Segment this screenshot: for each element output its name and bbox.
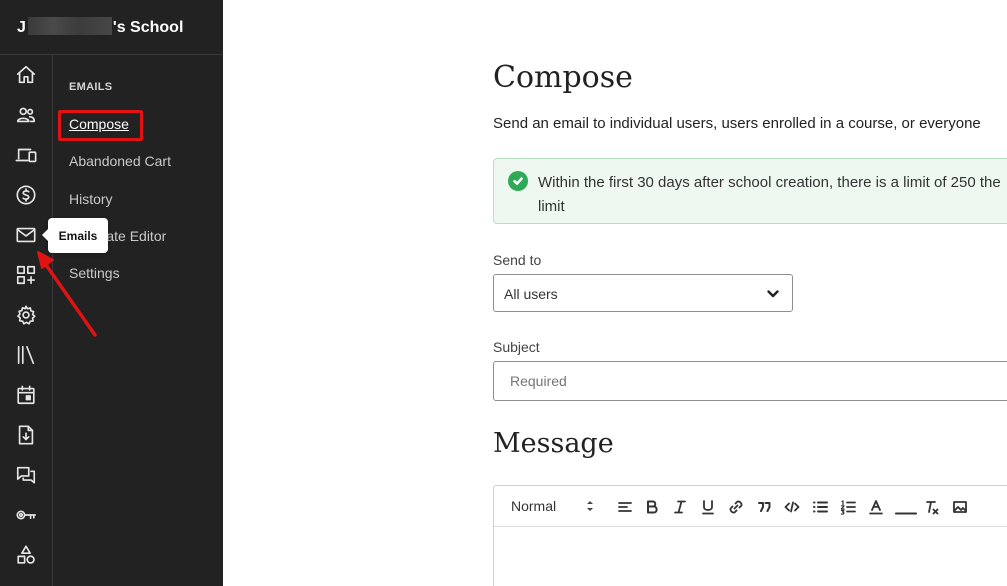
chevron-down-icon (766, 287, 780, 301)
text-color-icon[interactable] (867, 498, 885, 516)
emails-subnav: EMAILS Compose Abandoned Cart History Te… (53, 55, 223, 586)
icon-rail (0, 55, 53, 586)
highlight-icon[interactable] (895, 498, 917, 516)
apps-add-icon[interactable] (14, 263, 38, 287)
page-title: Compose (493, 60, 633, 95)
page-description: Send an email to individual users, users… (493, 115, 981, 132)
redacted-name-blur (27, 17, 112, 35)
subject-input[interactable] (493, 361, 1007, 401)
subnav-item-settings[interactable]: Settings (69, 265, 120, 281)
chat-icon[interactable] (14, 463, 38, 487)
underline-icon[interactable] (699, 498, 717, 516)
message-editor[interactable]: Normal (493, 485, 1007, 586)
check-circle-icon (508, 171, 528, 191)
shapes-icon[interactable] (14, 543, 38, 567)
school-header[interactable]: J 's School (0, 0, 223, 55)
section-title-emails: EMAILS (69, 81, 113, 93)
send-to-value: All users (504, 286, 558, 302)
numbered-list-icon[interactable] (839, 498, 857, 516)
emails-tooltip: Emails (42, 218, 108, 253)
send-to-label: Send to (493, 252, 542, 268)
school-name-suffix: 's School (112, 19, 184, 36)
notice-text: Within the first 30 days after school cr… (538, 174, 1001, 215)
quote-icon[interactable] (755, 498, 773, 516)
bullet-list-icon[interactable] (811, 498, 829, 516)
home-icon[interactable] (14, 63, 38, 87)
calendar-icon[interactable] (14, 383, 38, 407)
school-name[interactable]: J 's School (17, 17, 183, 37)
subnav-item-history[interactable]: History (69, 191, 113, 207)
updown-arrows-icon (587, 501, 593, 511)
tooltip-label: Emails (58, 228, 98, 243)
compose-highlight-box (58, 110, 143, 141)
align-left-icon[interactable] (616, 498, 634, 516)
clear-format-icon[interactable] (923, 498, 941, 516)
format-select[interactable]: Normal (511, 498, 556, 514)
gear-icon[interactable] (14, 303, 38, 327)
devices-icon[interactable] (14, 143, 38, 167)
link-icon[interactable] (727, 498, 745, 516)
subject-label: Subject (493, 339, 540, 355)
bold-icon[interactable] (643, 498, 661, 516)
subnav-item-abandoned-cart[interactable]: Abandoned Cart (69, 153, 171, 169)
school-name-initial: J (17, 19, 26, 36)
mail-icon[interactable] (14, 223, 38, 247)
code-icon[interactable] (783, 498, 801, 516)
image-icon[interactable] (951, 498, 969, 516)
notice-banner: Within the first 30 days after school cr… (493, 158, 1007, 224)
key-icon[interactable] (14, 503, 38, 527)
download-file-icon[interactable] (14, 423, 38, 447)
dollar-icon[interactable] (14, 183, 38, 207)
message-title: Message (493, 428, 614, 459)
send-to-select[interactable]: All users (493, 274, 793, 312)
users-icon[interactable] (14, 103, 38, 127)
italic-icon[interactable] (671, 498, 689, 516)
library-icon[interactable] (14, 343, 38, 367)
editor-toolbar: Normal (494, 486, 1007, 527)
